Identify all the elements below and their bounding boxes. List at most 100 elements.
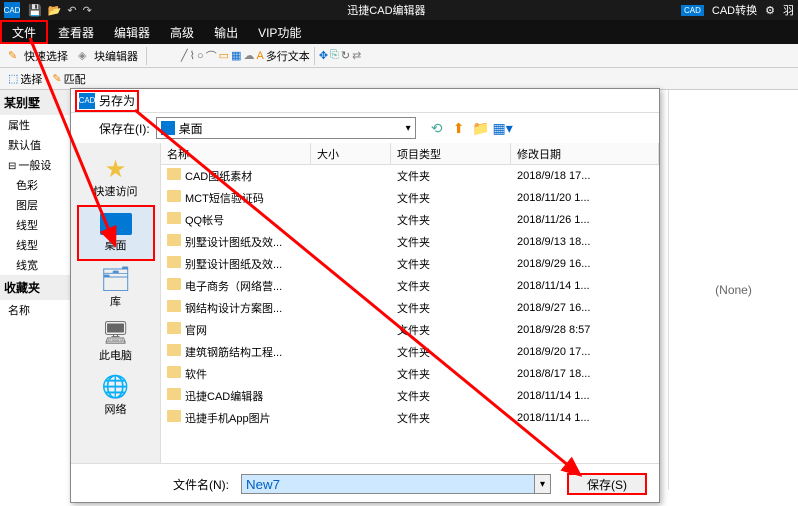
network-icon: 🌐	[100, 375, 132, 399]
folder-icon	[167, 190, 181, 202]
lineweight-row[interactable]: 线宽	[0, 255, 70, 275]
file-row[interactable]: QQ帐号文件夹2018/11/26 1...	[161, 209, 659, 231]
pc-icon: 🖥	[100, 321, 132, 345]
arc-icon[interactable]: ⌒	[206, 48, 217, 64]
folder-icon	[167, 344, 181, 356]
multiline-text-button[interactable]: 多行文本	[266, 48, 310, 64]
hatch-icon[interactable]: ▦	[231, 49, 241, 62]
file-row[interactable]: CAD图纸素材文件夹2018/9/18 17...	[161, 165, 659, 187]
save-in-combo[interactable]: 桌面 ▾	[156, 117, 416, 139]
save-icon[interactable]: 💾	[28, 4, 42, 17]
back-icon[interactable]: ⟲	[428, 119, 446, 137]
col-date[interactable]: 修改日期	[511, 143, 659, 164]
file-row[interactable]: 别墅设计图纸及效...文件夹2018/9/29 16...	[161, 253, 659, 275]
dialog-bottom: 文件名(N): ▾ 保存(S)	[71, 463, 659, 504]
props-row[interactable]: 属性	[0, 115, 70, 135]
file-row[interactable]: 迅捷CAD编辑器文件夹2018/11/14 1...	[161, 385, 659, 407]
linetype2-row[interactable]: 线型	[0, 235, 70, 255]
line-icon[interactable]: ╱	[181, 49, 188, 62]
filename-label: 文件名(N):	[83, 476, 233, 493]
place-libraries[interactable]: 🗂 库	[77, 261, 155, 315]
preview-none: (None)	[715, 283, 752, 297]
dialog-toolbar: 保存在(I): 桌面 ▾ ⟲ ⬆ 📁 ▦▾	[71, 113, 659, 143]
col-type[interactable]: 项目类型	[391, 143, 511, 164]
match-button[interactable]: ✎匹配	[48, 69, 89, 89]
views-icon[interactable]: ▦▾	[494, 119, 512, 137]
new-folder-icon[interactable]: 📁	[472, 119, 490, 137]
file-row[interactable]: 电子商务（网络营...文件夹2018/11/14 1...	[161, 275, 659, 297]
save-in-label: 保存在(I):	[79, 120, 150, 137]
file-row[interactable]: 建筑钢筋结构工程...文件夹2018/9/20 17...	[161, 341, 659, 363]
folder-icon	[167, 300, 181, 312]
file-row[interactable]: 软件文件夹2018/8/17 18...	[161, 363, 659, 385]
library-icon: 🗂	[100, 267, 132, 291]
col-name[interactable]: 名称	[161, 143, 311, 164]
rotate-icon[interactable]: ↻	[341, 49, 350, 62]
undo-icon[interactable]: ↶	[67, 4, 76, 17]
menu-advanced[interactable]: 高级	[160, 20, 204, 44]
folder-icon	[167, 410, 181, 422]
rect-icon[interactable]: ▭	[219, 49, 229, 62]
text-icon[interactable]: A	[256, 50, 263, 62]
filename-dropdown-icon[interactable]: ▾	[535, 474, 551, 494]
up-icon[interactable]: ⬆	[450, 119, 468, 137]
menubar: 文件 查看器 编辑器 高级 输出 VIP功能	[0, 20, 798, 44]
polyline-icon[interactable]: ⌇	[190, 49, 195, 62]
move-icon[interactable]: ✥	[319, 49, 328, 62]
menu-viewer[interactable]: 查看器	[48, 20, 104, 44]
quick-access-toolbar: 💾 📂 ↶ ↷	[28, 4, 92, 17]
file-row[interactable]: 官网文件夹2018/9/28 8:57	[161, 319, 659, 341]
copy-icon[interactable]: ⎘	[330, 49, 339, 62]
desktop-icon	[100, 213, 132, 235]
chevron-down-icon[interactable]: ▾	[406, 123, 411, 134]
name-row[interactable]: 名称	[0, 300, 70, 320]
default-row[interactable]: 默认值	[0, 135, 70, 155]
file-list: 名称 大小 项目类型 修改日期 CAD图纸素材文件夹2018/9/18 17..…	[161, 143, 659, 463]
col-size[interactable]: 大小	[311, 143, 391, 164]
layer-row[interactable]: 图层	[0, 195, 70, 215]
open-icon[interactable]: 📂	[48, 4, 62, 17]
file-row[interactable]: 迅捷手机App图片文件夹2018/11/14 1...	[161, 407, 659, 429]
select-button[interactable]: ⬚选择	[4, 69, 46, 89]
titlebar: CAD 💾 📂 ↶ ↷ 迅捷CAD编辑器 CAD CAD转换 ⚙ 羽	[0, 0, 798, 20]
app-icon: CAD	[4, 2, 20, 18]
cloud-icon[interactable]: ☁	[243, 49, 254, 62]
toolbar-secondary: ⬚选择 ✎匹配	[0, 68, 798, 90]
folder-icon	[167, 168, 181, 180]
menu-vip[interactable]: VIP功能	[248, 20, 311, 44]
place-desktop[interactable]: 桌面	[77, 205, 155, 261]
desktop-icon	[161, 121, 175, 135]
file-row[interactable]: MCT短信验证码文件夹2018/11/20 1...	[161, 187, 659, 209]
dialog-icon: CAD	[79, 93, 95, 109]
file-row[interactable]: 钢结构设计方案图...文件夹2018/9/27 16...	[161, 297, 659, 319]
place-network[interactable]: 🌐 网络	[77, 369, 155, 423]
left-category: 某别墅	[0, 90, 70, 115]
menu-editor[interactable]: 编辑器	[104, 20, 160, 44]
filename-input[interactable]	[241, 474, 535, 494]
folder-icon	[167, 366, 181, 378]
block-editor-button[interactable]: ◈块编辑器	[74, 46, 142, 66]
folder-icon	[167, 278, 181, 290]
mirror-icon[interactable]: ⇄	[352, 49, 361, 62]
menu-file[interactable]: 文件	[0, 20, 48, 44]
place-this-pc[interactable]: 🖥 此电脑	[77, 315, 155, 369]
general-row[interactable]: ⊟一般设	[0, 155, 70, 175]
save-button[interactable]: 保存(S)	[567, 473, 647, 495]
place-quick-access[interactable]: ★ 快速访问	[77, 151, 155, 205]
linetype-row[interactable]: 线型	[0, 215, 70, 235]
places-bar: ★ 快速访问 桌面 🗂 库 🖥 此电脑 🌐 网络	[71, 143, 161, 463]
preview-panel: (None)	[668, 90, 798, 490]
cad-convert-button[interactable]: CAD转换	[712, 2, 757, 18]
file-list-header: 名称 大小 项目类型 修改日期	[161, 143, 659, 165]
folder-icon	[167, 212, 181, 224]
menu-output[interactable]: 输出	[204, 20, 248, 44]
quick-select-button[interactable]: ✎快速选择	[4, 46, 72, 66]
redo-icon[interactable]: ↷	[83, 4, 92, 17]
convert-icon[interactable]: ⚙	[765, 4, 775, 17]
favorites-title: 收藏夹	[0, 275, 70, 300]
file-row[interactable]: 别墅设计图纸及效...文件夹2018/9/13 18...	[161, 231, 659, 253]
circle-icon[interactable]: ○	[197, 50, 204, 62]
color-row[interactable]: 色彩	[0, 175, 70, 195]
file-list-body[interactable]: CAD图纸素材文件夹2018/9/18 17...MCT短信验证码文件夹2018…	[161, 165, 659, 455]
app-title: 迅捷CAD编辑器	[92, 2, 681, 18]
